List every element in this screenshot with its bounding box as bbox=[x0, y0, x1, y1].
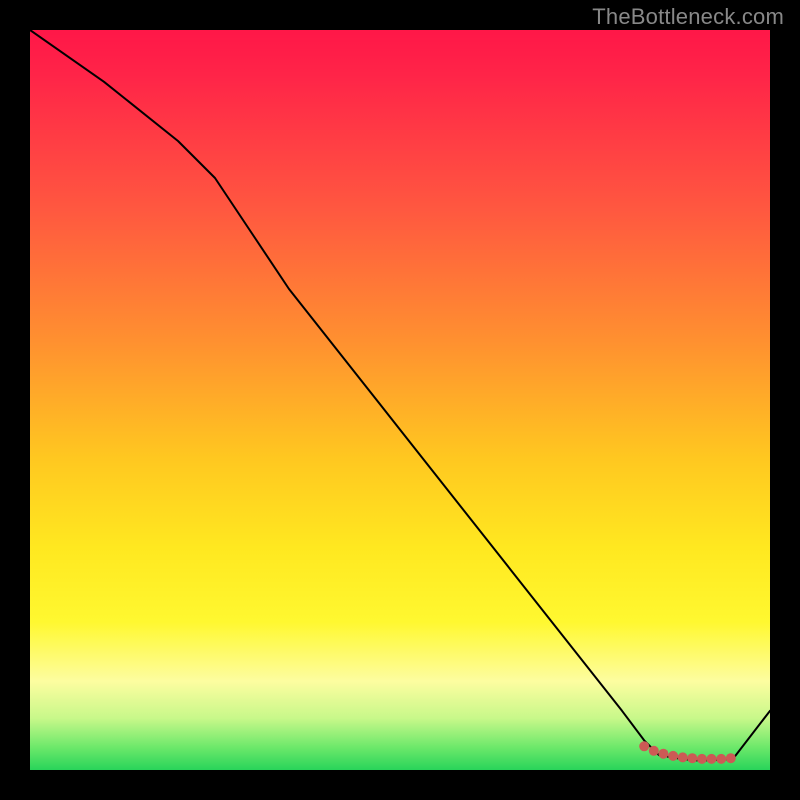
marker-dot bbox=[697, 754, 707, 764]
black-curve bbox=[30, 30, 770, 760]
marker-dot bbox=[639, 741, 649, 751]
marker-dot bbox=[707, 754, 717, 764]
watermark-text: TheBottleneck.com bbox=[592, 4, 784, 30]
marker-dot bbox=[726, 753, 736, 763]
marker-dot bbox=[716, 754, 726, 764]
marker-dot bbox=[668, 751, 678, 761]
overlay-svg bbox=[30, 30, 770, 770]
marker-dot bbox=[687, 753, 697, 763]
chart-stage: TheBottleneck.com bbox=[0, 0, 800, 800]
marker-dot bbox=[658, 749, 668, 759]
marker-dot bbox=[678, 752, 688, 762]
marker-dot bbox=[649, 746, 659, 756]
plot-area bbox=[30, 30, 770, 770]
